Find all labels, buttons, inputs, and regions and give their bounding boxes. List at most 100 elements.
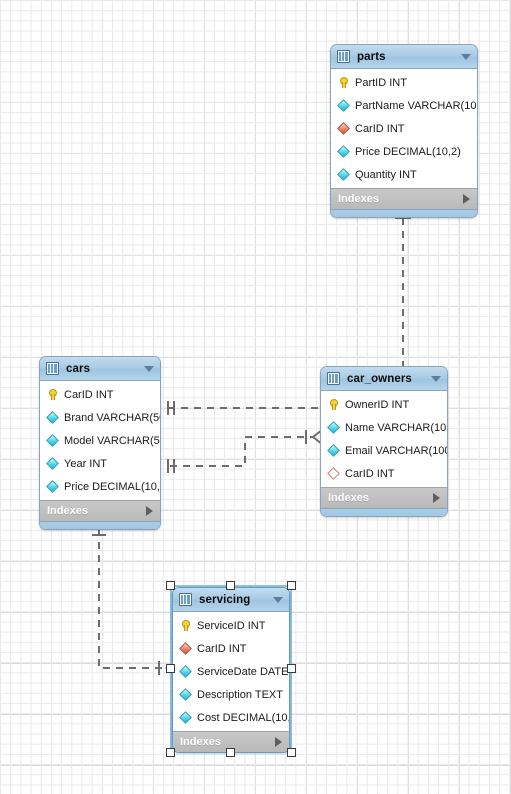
table-car-owners-title: car_owners — [347, 372, 412, 385]
table-cars-title: cars — [66, 362, 91, 375]
column-diamond-icon — [47, 481, 58, 492]
table-servicing[interactable]: servicing ServiceID INT CarID INT Servic… — [172, 587, 290, 753]
foreign-key-diamond-icon — [338, 123, 349, 134]
column-label: Price DECIMAL(10,… — [64, 480, 160, 493]
relationship-cars-to-car-owners-bottom — [167, 429, 323, 473]
chevron-down-icon[interactable] — [461, 53, 471, 60]
column-row[interactable]: CarID INT — [40, 383, 160, 406]
table-cars-columns: CarID INT Brand VARCHAR(50) Model VARCHA… — [40, 381, 160, 500]
column-row[interactable]: CarID INT — [321, 462, 447, 485]
triangle-right-icon[interactable] — [146, 506, 153, 516]
table-parts-header[interactable]: parts — [331, 45, 477, 69]
column-row[interactable]: Model VARCHAR(50) — [40, 429, 160, 452]
resize-handle-top-right[interactable] — [287, 581, 296, 590]
primary-key-icon — [338, 77, 349, 88]
column-row[interactable]: Email VARCHAR(100) — [321, 439, 447, 462]
column-diamond-icon — [180, 712, 191, 723]
column-row[interactable]: Description TEXT — [173, 683, 289, 706]
column-label: Email VARCHAR(100) — [345, 444, 447, 457]
column-row[interactable]: ServiceDate DATE — [173, 660, 289, 683]
column-label: ServiceID INT — [197, 619, 266, 632]
resize-handle-bottom-left[interactable] — [166, 748, 175, 757]
column-diamond-icon — [328, 445, 339, 456]
table-cars-indexes-bar[interactable]: Indexes — [40, 500, 160, 521]
table-car-owners[interactable]: car_owners OwnerID INT Name VARCHAR(10… … — [320, 366, 448, 517]
column-diamond-icon — [47, 458, 58, 469]
indexes-label: Indexes — [328, 492, 369, 504]
indexes-label: Indexes — [47, 505, 88, 517]
column-row[interactable]: Brand VARCHAR(50) — [40, 406, 160, 429]
table-cars-header[interactable]: cars — [40, 357, 160, 381]
column-diamond-icon — [180, 666, 191, 677]
resize-handle-top-left[interactable] — [166, 581, 175, 590]
relationship-parts-to-car-owners — [395, 204, 411, 366]
column-diamond-icon — [338, 100, 349, 111]
column-label: Name VARCHAR(10… — [345, 421, 447, 434]
table-servicing-header[interactable]: servicing — [173, 588, 289, 612]
indexes-label: Indexes — [180, 736, 221, 748]
table-parts[interactable]: parts PartID INT PartName VARCHAR(10… Ca… — [330, 44, 478, 218]
column-label: PartName VARCHAR(10… — [355, 99, 477, 112]
column-row[interactable]: CarID INT — [331, 117, 477, 140]
table-servicing-title: servicing — [199, 593, 251, 606]
column-diamond-icon — [47, 435, 58, 446]
primary-key-icon — [328, 399, 339, 410]
table-cars[interactable]: cars CarID INT Brand VARCHAR(50) Model V… — [39, 356, 161, 530]
table-car-owners-header[interactable]: car_owners — [321, 367, 447, 391]
column-label: Model VARCHAR(50) — [64, 434, 160, 447]
column-label: PartID INT — [355, 76, 407, 89]
column-row[interactable]: CarID INT — [173, 637, 289, 660]
column-diamond-icon — [338, 146, 349, 157]
table-parts-title: parts — [357, 50, 386, 63]
er-diagram-canvas[interactable]: parts PartID INT PartName VARCHAR(10… Ca… — [0, 0, 511, 794]
column-row[interactable]: Name VARCHAR(10… — [321, 416, 447, 439]
chevron-down-icon[interactable] — [431, 375, 441, 382]
primary-key-icon — [180, 620, 191, 631]
table-parts-columns: PartID INT PartName VARCHAR(10… CarID IN… — [331, 69, 477, 188]
chevron-down-icon[interactable] — [273, 596, 283, 603]
column-row[interactable]: Year INT — [40, 452, 160, 475]
column-label: Brand VARCHAR(50) — [64, 411, 160, 424]
column-diamond-icon — [180, 689, 191, 700]
table-bottom-strip — [40, 521, 160, 529]
resize-handle-bottom-center[interactable] — [226, 748, 235, 757]
column-diamond-icon — [47, 412, 58, 423]
column-row[interactable]: PartID INT — [331, 71, 477, 94]
column-row[interactable]: Price DECIMAL(10,2) — [331, 140, 477, 163]
column-label: OwnerID INT — [345, 398, 410, 411]
triangle-right-icon[interactable] — [433, 493, 440, 503]
column-label: CarID INT — [345, 467, 395, 480]
resize-handle-middle-right[interactable] — [287, 664, 296, 673]
table-car-owners-columns: OwnerID INT Name VARCHAR(10… Email VARCH… — [321, 391, 447, 487]
column-row[interactable]: ServiceID INT — [173, 614, 289, 637]
column-row[interactable]: Quantity INT — [331, 163, 477, 186]
triangle-right-icon[interactable] — [463, 194, 470, 204]
column-label: ServiceDate DATE — [197, 665, 289, 678]
foreign-key-diamond-icon — [180, 643, 191, 654]
column-row[interactable]: Cost DECIMAL(10,… — [173, 706, 289, 729]
column-row[interactable]: Price DECIMAL(10,… — [40, 475, 160, 498]
column-row[interactable]: OwnerID INT — [321, 393, 447, 416]
resize-handle-middle-left[interactable] — [166, 664, 175, 673]
column-label: Year INT — [64, 457, 108, 470]
column-label: CarID INT — [64, 388, 114, 401]
resize-handle-top-center[interactable] — [226, 581, 235, 590]
table-parts-indexes-bar[interactable]: Indexes — [331, 188, 477, 209]
table-bottom-strip — [331, 209, 477, 217]
column-row[interactable]: PartName VARCHAR(10… — [331, 94, 477, 117]
column-label: CarID INT — [355, 122, 405, 135]
table-icon — [46, 362, 59, 375]
table-servicing-columns: ServiceID INT CarID INT ServiceDate DATE… — [173, 612, 289, 731]
column-label: Quantity INT — [355, 168, 417, 181]
column-label: Cost DECIMAL(10,… — [197, 711, 289, 724]
table-icon — [327, 372, 340, 385]
resize-handle-bottom-right[interactable] — [287, 748, 296, 757]
table-car-owners-indexes-bar[interactable]: Indexes — [321, 487, 447, 508]
indexes-label: Indexes — [338, 193, 379, 205]
table-icon — [337, 50, 350, 63]
column-diamond-icon — [328, 422, 339, 433]
column-diamond-icon — [338, 169, 349, 180]
chevron-down-icon[interactable] — [144, 365, 154, 372]
triangle-right-icon[interactable] — [275, 737, 282, 747]
foreign-key-nullable-diamond-icon — [328, 468, 339, 479]
